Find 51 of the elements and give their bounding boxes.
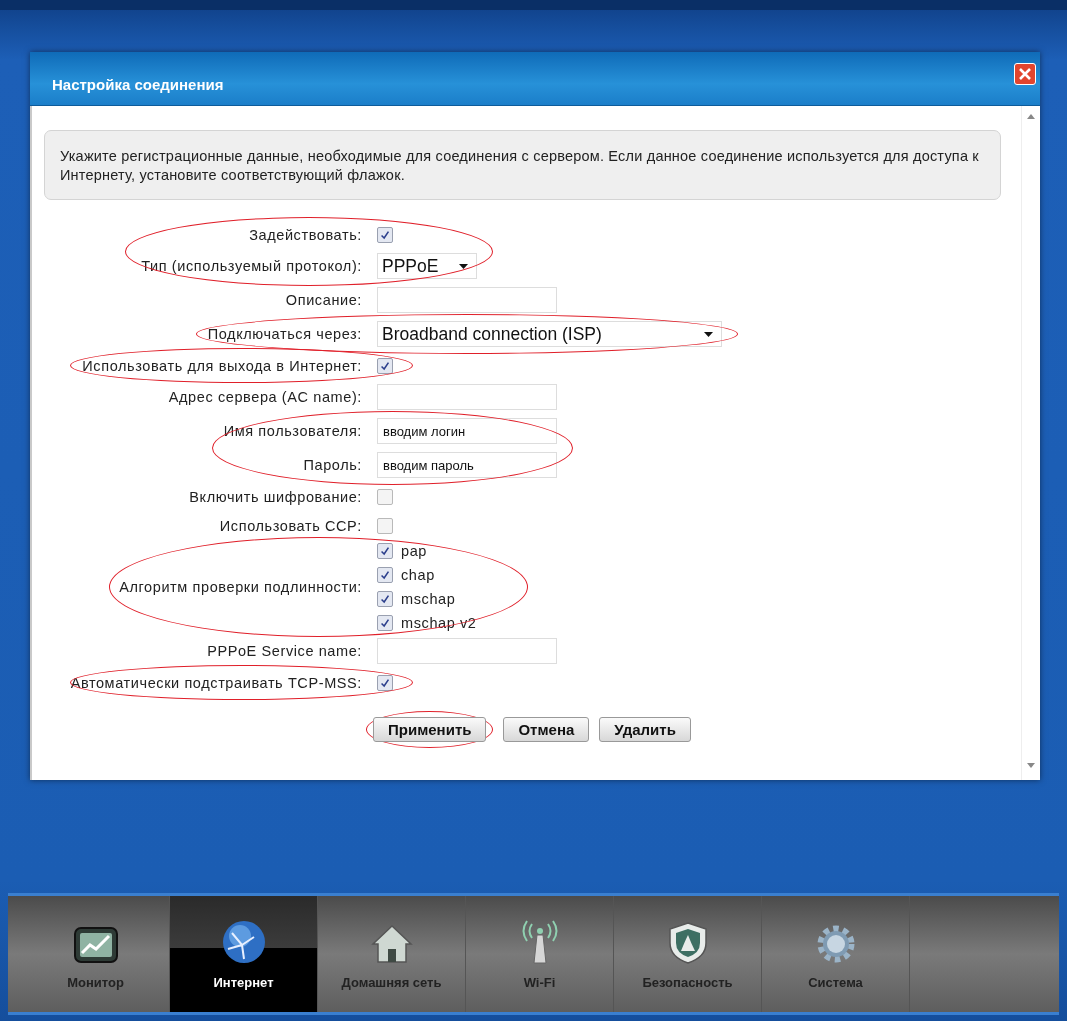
field-label: Использовать для выхода в Интернет: <box>82 357 362 374</box>
scroll-down-icon <box>1027 763 1035 768</box>
option-label: chap <box>401 567 435 583</box>
checkbox[interactable] <box>377 543 393 559</box>
field-label: Пароль: <box>303 457 362 473</box>
checkbox[interactable] <box>377 226 393 243</box>
field-label: Использовать CCP: <box>219 517 362 534</box>
checkbox[interactable] <box>377 615 393 631</box>
field-label: Алгоритм проверки подлинности: <box>119 579 362 595</box>
scroll-up-icon <box>1027 114 1035 119</box>
check-icon <box>379 569 391 581</box>
option-label: mschap <box>401 591 456 607</box>
option-label: pap <box>401 543 427 559</box>
caret-icon <box>704 331 713 337</box>
close-button[interactable] <box>1014 63 1036 85</box>
chart-icon <box>71 925 120 965</box>
field-label: Задействовать: <box>249 226 362 243</box>
check-icon <box>379 545 391 557</box>
field-label: Подключаться через: <box>207 326 362 342</box>
field-label: PPPoE Service name: <box>207 643 362 659</box>
field-label: Включить шифрование: <box>189 488 362 505</box>
input-field[interactable] <box>377 384 557 410</box>
close-icon <box>1018 67 1032 81</box>
checkbox[interactable] <box>377 674 393 691</box>
dialog-button[interactable]: Отмена <box>503 717 590 742</box>
dropdown[interactable]: PPPoE <box>377 253 477 279</box>
shield-icon <box>666 921 709 965</box>
input-field[interactable]: вводим логин <box>377 418 557 444</box>
checkbox[interactable] <box>377 517 393 534</box>
checkbox[interactable] <box>377 488 393 505</box>
field-label: Адрес сервера (AC name): <box>168 389 362 405</box>
house-icon <box>369 923 414 965</box>
check-icon <box>379 593 391 605</box>
intro-text: Укажите регистрационные данные, необходимые для соединения с сервером. Если данное соединение используется для доступа к Интернету, установите соответствующий флажок. <box>44 130 1001 200</box>
window-title: Настройка соединения <box>52 76 224 93</box>
input-field[interactable] <box>377 287 557 313</box>
input-field[interactable]: вводим пароль <box>377 452 557 478</box>
dialog-button[interactable]: Применить <box>373 717 487 742</box>
dialog-button[interactable]: Удалить <box>599 717 691 742</box>
input-field[interactable] <box>377 638 557 664</box>
checkbox[interactable] <box>377 357 393 374</box>
option-label: mschap v2 <box>401 615 477 631</box>
checkbox[interactable] <box>377 567 393 583</box>
checkbox[interactable] <box>377 591 393 607</box>
dropdown[interactable]: Broadband connection (ISP) <box>377 321 722 347</box>
field-label: Автоматически подстраивать TCP-MSS: <box>70 674 362 691</box>
field-label: Описание: <box>285 292 362 308</box>
caret-icon <box>459 263 468 269</box>
check-icon <box>379 617 391 629</box>
field-label: Тип (используемый протокол): <box>141 258 362 274</box>
nav-tab[interactable]: Интернет <box>170 896 318 1012</box>
